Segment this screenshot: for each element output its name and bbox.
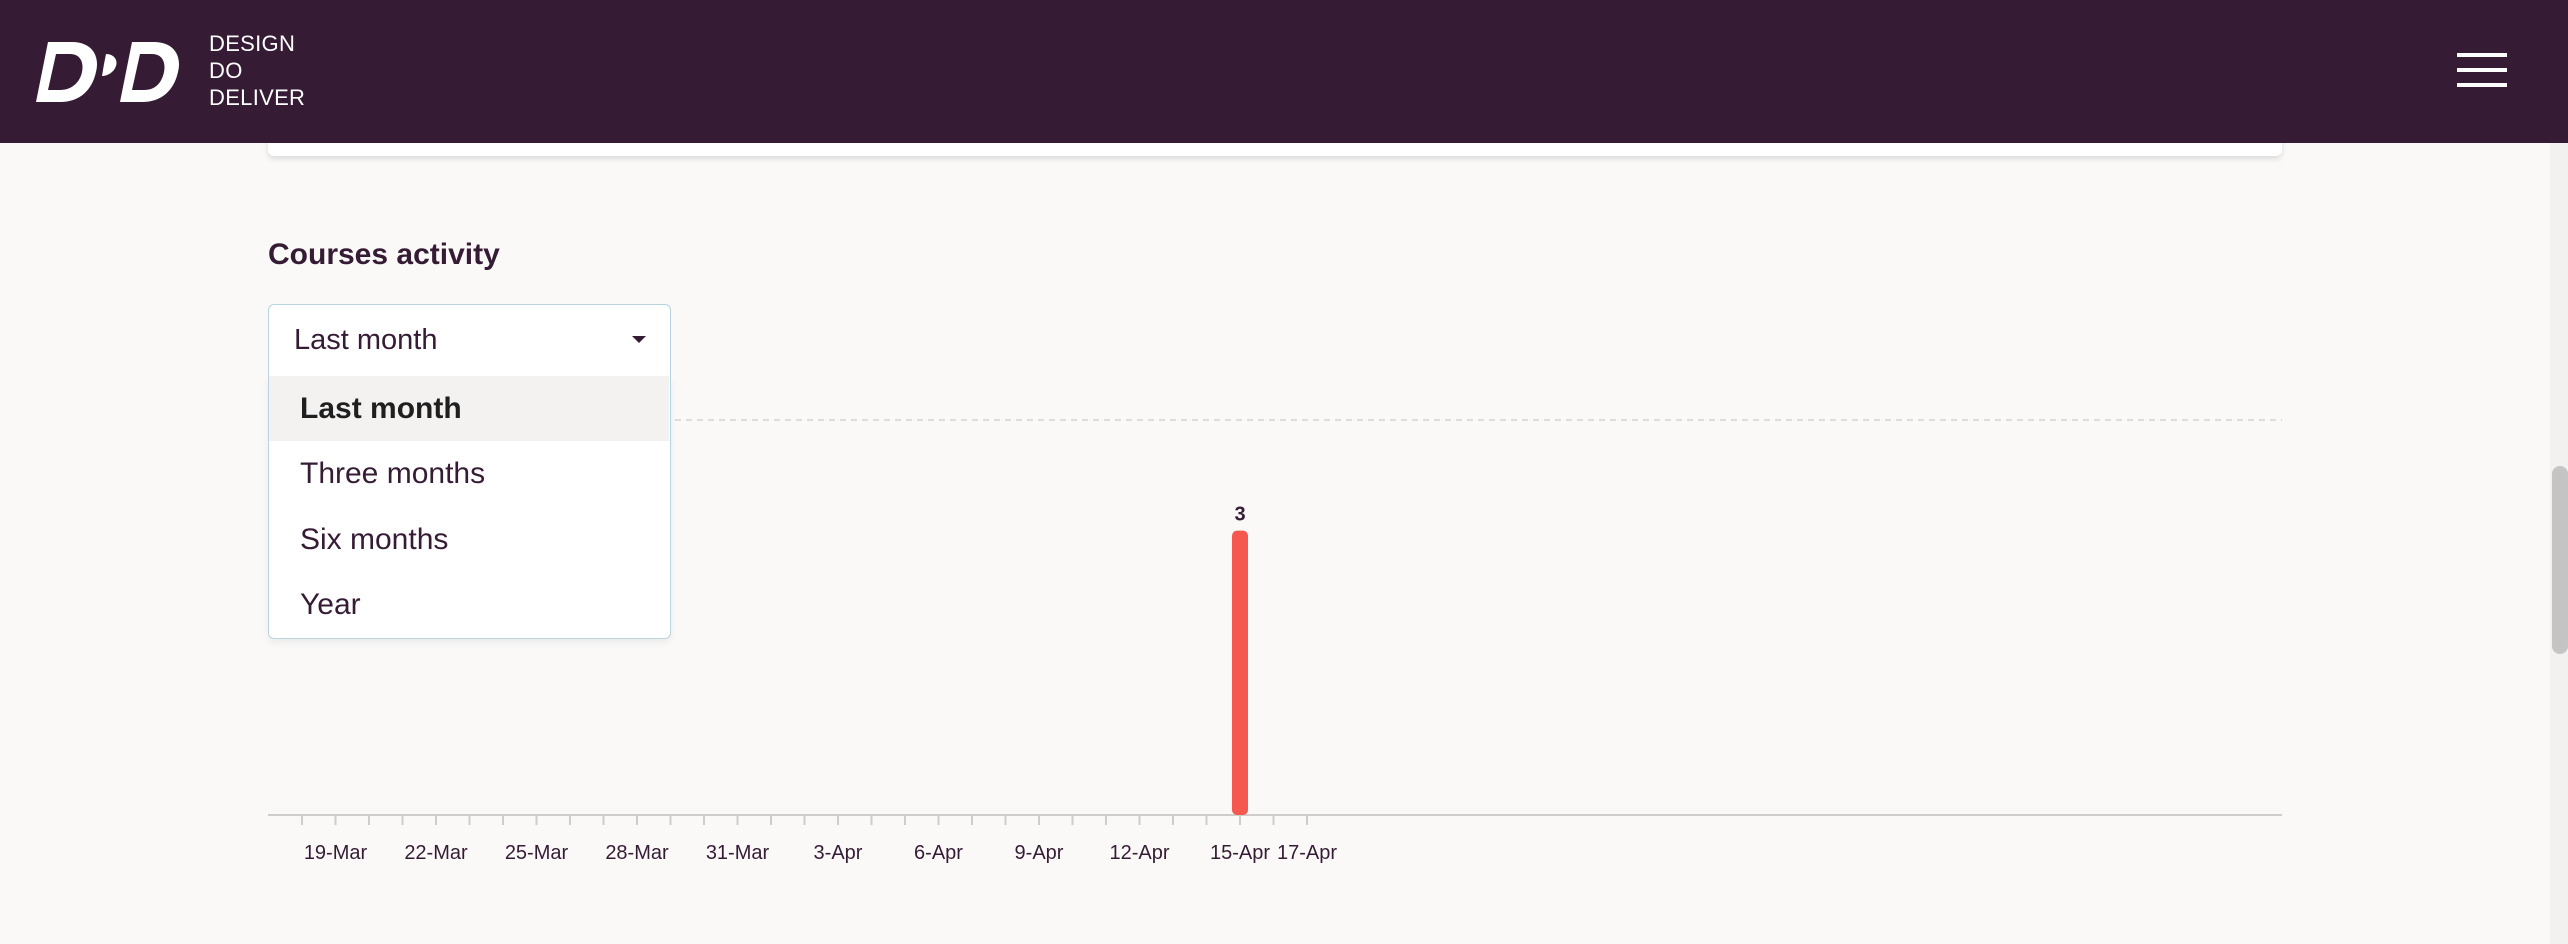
chart-x-tick-label: 31-Mar — [706, 842, 770, 864]
top-nav-bar: DESIGN DO DELIVER — [0, 0, 2568, 143]
menu-button[interactable] — [2455, 50, 2509, 90]
chart-x-tick-label: 22-Mar — [404, 842, 468, 864]
hamburger-menu-icon — [2457, 53, 2507, 87]
brand-line-deliver: DELIVER — [209, 85, 306, 110]
period-dropdown-menu: Last month Three months Six months Year — [268, 376, 671, 639]
option-three-months[interactable]: Three months — [269, 441, 669, 506]
brand-wordmark: DESIGN DO DELIVER — [209, 30, 305, 111]
option-six-months[interactable]: Six months — [269, 507, 669, 572]
brand-line-design: DESIGN — [209, 31, 296, 56]
chart-bar — [1232, 530, 1248, 815]
chart-x-tick-label: 12-Apr — [1109, 842, 1169, 864]
chart-x-tick-label: 15-Apr — [1210, 842, 1270, 864]
chart-x-tick-label: 3-Apr — [814, 842, 863, 864]
option-last-month[interactable]: Last month — [269, 376, 669, 441]
chart-x-tick-label: 25-Mar — [505, 842, 569, 864]
option-year[interactable]: Year — [269, 572, 669, 637]
brand-line-do: DO — [209, 58, 243, 83]
chart-x-tick-label: 6-Apr — [914, 842, 963, 864]
chart-x-tick-label: 19-Mar — [304, 842, 368, 864]
ddd-logo-icon — [36, 42, 179, 102]
chart-x-tick-label: 28-Mar — [605, 842, 669, 864]
chart-bar-label: 3 — [1234, 504, 1245, 526]
ddd-logo[interactable] — [36, 38, 182, 106]
chart-x-tick-label: 17-Apr — [1277, 842, 1337, 864]
chart-x-tick-label: 9-Apr — [1015, 842, 1064, 864]
